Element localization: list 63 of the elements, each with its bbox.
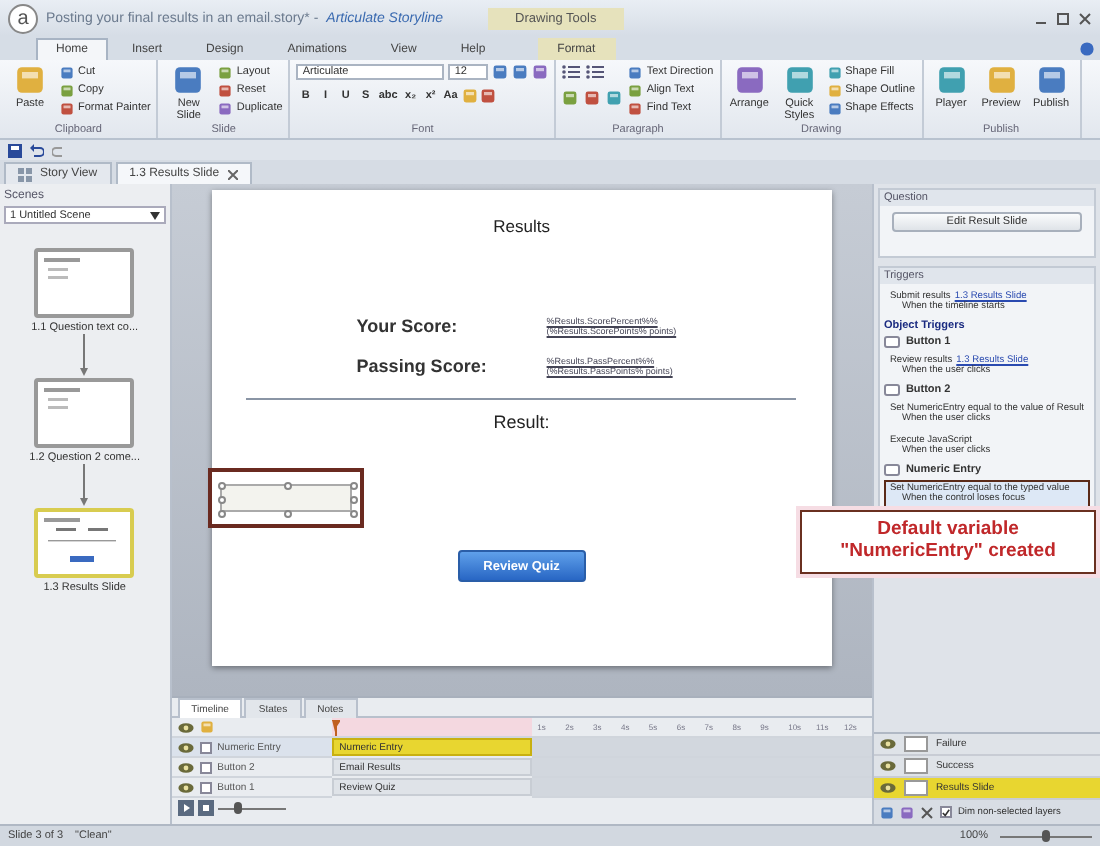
- grid-icon: [18, 167, 32, 181]
- eye-icon[interactable]: [879, 760, 896, 772]
- tile-icon: [172, 64, 205, 96]
- zoom-slider[interactable]: [217, 802, 286, 814]
- tile-icon: [733, 64, 766, 96]
- tile-icon: [628, 83, 643, 97]
- tile-icon: [60, 65, 74, 79]
- eye-icon[interactable]: [177, 761, 194, 773]
- tile-icon: [628, 65, 643, 79]
- eye-icon[interactable]: [177, 721, 194, 733]
- layer-thumbnail-icon: [903, 780, 928, 796]
- result-label: Result:: [493, 412, 550, 432]
- tile-icon: [827, 83, 842, 97]
- slide-thumbnail[interactable]: [34, 378, 135, 448]
- score-label: Passing Score:: [356, 356, 489, 376]
- tile-icon: [827, 101, 842, 115]
- eye-icon[interactable]: [879, 738, 896, 750]
- tile-icon: [628, 101, 643, 115]
- eye-icon[interactable]: [879, 782, 896, 794]
- tile-icon: [60, 83, 74, 97]
- list-icon: [586, 64, 605, 80]
- object-icon: [883, 464, 900, 476]
- slide-thumbnail[interactable]: [34, 248, 135, 318]
- maximize-icon[interactable]: [1056, 11, 1070, 25]
- play-icon[interactable]: [177, 800, 194, 816]
- tile-icon: [783, 64, 816, 96]
- slide-thumbnail-drawing: [44, 388, 81, 414]
- tile-icon: [827, 65, 842, 79]
- close-icon[interactable]: [227, 169, 238, 179]
- layer-thumbnail-icon: [903, 758, 928, 774]
- tile-icon: [218, 83, 233, 97]
- playhead-icon[interactable]: [331, 719, 340, 735]
- app-logo: a: [8, 3, 38, 33]
- stop-icon[interactable]: [197, 800, 214, 816]
- numeric-entry-field[interactable]: [219, 484, 352, 512]
- tile-icon: [985, 64, 1017, 96]
- eye-icon[interactable]: [177, 781, 194, 793]
- tile-icon: [14, 64, 46, 96]
- slide-thumbnail-drawing: [44, 258, 81, 284]
- object-icon: [883, 336, 900, 348]
- delete-icon[interactable]: [919, 805, 934, 819]
- layer-thumbnail-icon: [903, 736, 928, 752]
- close-icon[interactable]: [1078, 11, 1092, 25]
- slide-thumbnail-drawing: [44, 518, 117, 562]
- caret-icon: [149, 211, 160, 219]
- save-icon[interactable]: [8, 143, 22, 157]
- slide-title: Results: [493, 216, 550, 236]
- tile-icon: [60, 101, 74, 115]
- score-label: Your Score:: [356, 316, 460, 336]
- tile-icon: [218, 65, 233, 79]
- object-icon: [883, 384, 900, 396]
- connector-arrow: [80, 464, 89, 508]
- callout: Default variable "NumericEntry" created: [800, 510, 1096, 574]
- list-icon: [562, 64, 581, 80]
- slide-thumbnail[interactable]: [34, 508, 135, 578]
- zoom-slider[interactable]: [1000, 830, 1092, 842]
- undo-icon[interactable]: [30, 143, 44, 157]
- tile-icon: [1035, 64, 1067, 96]
- dim-checkbox[interactable]: [939, 806, 952, 818]
- eye-icon[interactable]: [177, 741, 194, 753]
- tile-icon: [218, 101, 233, 115]
- tile-icon: [935, 64, 967, 96]
- connector-arrow: [80, 334, 89, 378]
